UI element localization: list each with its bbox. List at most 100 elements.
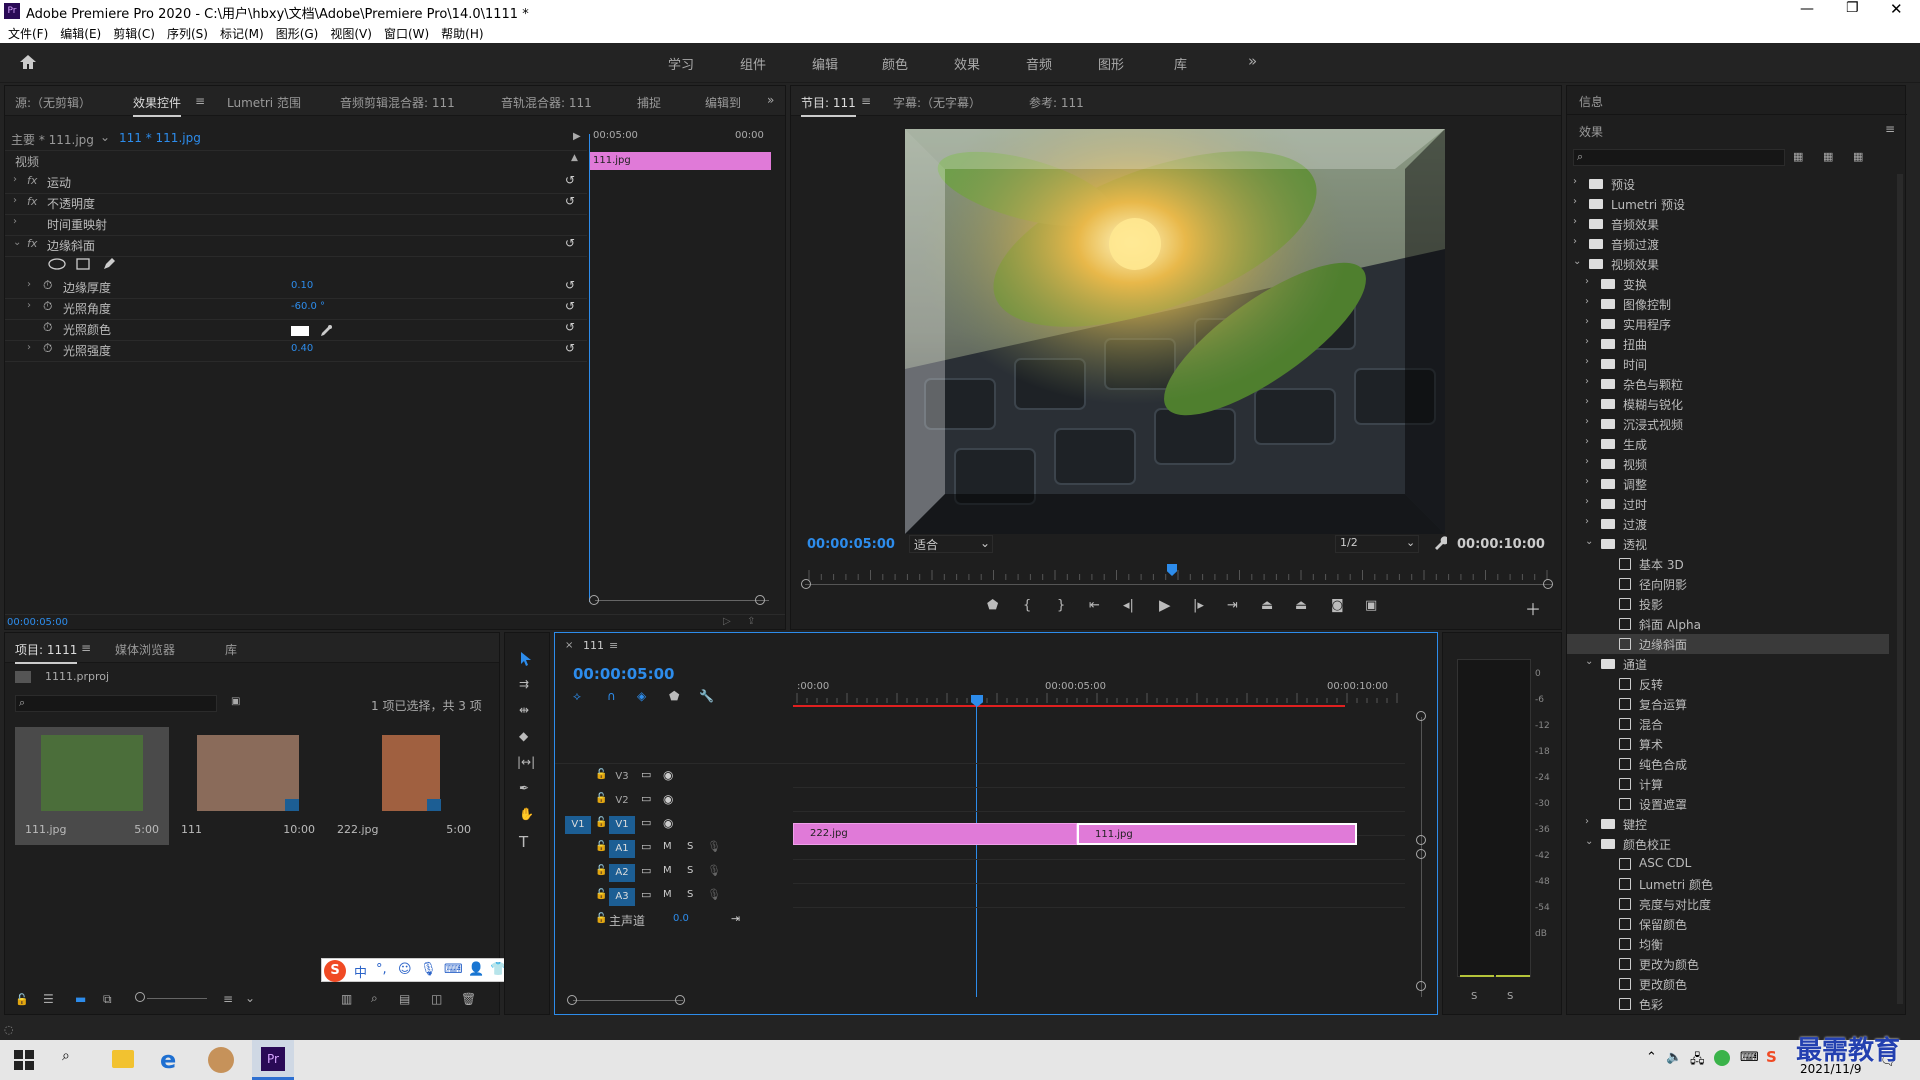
lock-icon[interactable]: 🔓 — [595, 793, 607, 804]
stopwatch-icon[interactable]: ⏱ — [43, 299, 52, 319]
chevron-right-icon[interactable]: › — [1585, 376, 1589, 387]
effects-tree-item[interactable]: 算术 — [1567, 734, 1889, 754]
chevron-down-icon[interactable]: ⌄ — [1585, 536, 1593, 547]
timeline-playhead[interactable] — [976, 705, 977, 997]
chevron-right-icon[interactable]: › — [1585, 816, 1589, 827]
effects-tree-item[interactable]: 亮度与对比度 — [1567, 894, 1889, 914]
program-zoom-left[interactable] — [801, 579, 811, 589]
zoom-handle-left[interactable] — [589, 595, 599, 605]
minimize-icon[interactable]: — — [1800, 1, 1814, 17]
effects-tree-item[interactable]: 混合 — [1567, 714, 1889, 734]
effects-tree-item[interactable]: › 杂色与颗粒 — [1567, 374, 1889, 394]
fit-dropdown[interactable]: 适合 ⌄ — [909, 535, 993, 553]
effects-tree-item[interactable]: 边缘斜面 — [1567, 634, 1889, 654]
reset-icon[interactable]: ↺ — [565, 194, 575, 214]
file-explorer-icon[interactable] — [112, 1050, 134, 1068]
ellipse-mask-icon[interactable] — [47, 257, 67, 271]
effects-tree-item[interactable]: › 过时 — [1567, 494, 1889, 514]
sync-lock-icon[interactable]: ▭ — [641, 864, 651, 877]
mute-button[interactable]: M — [663, 889, 672, 900]
track-label-V1[interactable]: V1 — [609, 816, 635, 834]
workspace-5[interactable]: 音频 — [1026, 54, 1052, 73]
expand-chevron-icon[interactable]: ⌄ — [13, 237, 21, 257]
scroll-up-icon[interactable]: ▲ — [571, 153, 578, 173]
tab-reference[interactable]: 参考: 111 — [1029, 94, 1084, 111]
ripple-edit-tool-icon[interactable]: ⇹ — [519, 703, 529, 717]
tab-effect-controls[interactable]: 效果控件 — [133, 94, 182, 117]
list-view-icon[interactable]: ☰ — [43, 992, 54, 1006]
workspace-6[interactable]: 图形 — [1098, 54, 1124, 73]
effects-menu-icon[interactable]: ≡ — [1885, 122, 1895, 136]
microphone-icon[interactable]: 🎙 — [420, 962, 437, 977]
chevron-right-icon[interactable]: › — [1573, 216, 1577, 227]
eyedropper-icon[interactable] — [319, 324, 333, 338]
microphone-icon[interactable]: 🎙 — [707, 864, 721, 877]
new-bin-icon[interactable]: ▤ — [399, 992, 410, 1006]
tray-chevron-icon[interactable]: ⌃ — [1646, 1050, 1657, 1065]
export-frame-icon[interactable]: ◙ — [1331, 598, 1344, 613]
workspace-1[interactable]: 组件 — [740, 54, 766, 73]
sequence-clip-label[interactable]: 111 * 111.jpg — [119, 131, 201, 151]
hzoom-handle-left[interactable] — [567, 995, 577, 1005]
yuv-effects-icon[interactable]: ▦ — [1853, 150, 1863, 163]
go-to-end-icon[interactable]: ⇥ — [731, 912, 740, 925]
menu-item-7[interactable]: 窗口(W) — [384, 27, 429, 41]
fx-badge[interactable]: fx — [27, 174, 37, 194]
restore-icon[interactable]: ❐ — [1846, 0, 1859, 16]
track-label-A1[interactable]: A1 — [609, 840, 635, 858]
ime-chinese-mode[interactable]: 中 — [354, 962, 367, 981]
effects-tree-item[interactable]: › 变换 — [1567, 274, 1889, 294]
microphone-icon[interactable]: 🎙 — [707, 888, 721, 901]
app-avatar-icon[interactable] — [208, 1047, 234, 1073]
chevron-down-icon[interactable]: ⌄ — [1573, 256, 1581, 267]
ime-tray-icon[interactable]: ⌨ — [1740, 1050, 1759, 1065]
fx-badge[interactable]: fx — [27, 237, 37, 257]
sync-lock-icon[interactable]: ▭ — [641, 840, 651, 853]
reset-icon[interactable]: ↺ — [565, 278, 575, 298]
light-color-swatch[interactable] — [291, 326, 309, 336]
lock-icon[interactable]: 🔓 — [595, 865, 607, 876]
freeform-view-icon[interactable]: ⧉ — [103, 992, 112, 1007]
effects-tree-item[interactable]: › 模糊与锐化 — [1567, 394, 1889, 414]
track-label-V3[interactable]: V3 — [609, 768, 635, 786]
reset-icon[interactable]: ↺ — [565, 236, 575, 256]
type-tool-icon[interactable]: T — [519, 833, 528, 851]
slip-tool-icon[interactable]: |↔| — [517, 755, 535, 769]
export-icon[interactable]: ⇪ — [747, 616, 755, 627]
lift-icon[interactable]: ⏏ — [1261, 598, 1273, 613]
effect-row-3[interactable]: 边缘斜面 — [47, 237, 95, 257]
close-timeline-icon[interactable]: × — [565, 640, 573, 651]
track-label-A2[interactable]: A2 — [609, 864, 635, 882]
param-value-3[interactable]: 0.40 — [291, 343, 313, 363]
selection-tool-icon[interactable] — [519, 651, 533, 667]
chevron-right-icon[interactable]: › — [1585, 516, 1589, 527]
effects-tree-item[interactable]: 反转 — [1567, 674, 1889, 694]
chevron-right-icon[interactable]: › — [1573, 196, 1577, 207]
chevron-right-icon[interactable]: › — [1585, 336, 1589, 347]
wrench-icon[interactable] — [1433, 536, 1447, 550]
tab-audio-clip-mixer[interactable]: 音频剪辑混合器: 111 — [340, 94, 455, 111]
snap-icon[interactable]: ∩ — [607, 689, 616, 703]
effects-tree-item[interactable]: › 键控 — [1567, 814, 1889, 834]
more-workspaces-icon[interactable]: » — [1248, 52, 1257, 70]
effect-playhead[interactable] — [589, 134, 590, 602]
play-clip-icon[interactable]: ▶ — [573, 131, 581, 151]
pen-mask-icon[interactable] — [101, 256, 117, 272]
solo-button[interactable]: S — [687, 889, 693, 900]
effects-tree-item[interactable]: 更改为颜色 — [1567, 954, 1889, 974]
chevron-right-icon[interactable]: › — [1585, 456, 1589, 467]
fx-badge[interactable]: fx — [27, 195, 37, 215]
param-value-0[interactable]: 0.10 — [291, 280, 313, 300]
program-timecode[interactable]: 00:00:05:00 — [807, 537, 895, 552]
chevron-right-icon[interactable]: › — [1585, 476, 1589, 487]
mark-out-icon[interactable]: } — [1057, 598, 1065, 613]
effects-scrollbar[interactable] — [1897, 174, 1903, 1004]
icon-view-icon[interactable]: ▬ — [75, 992, 86, 1006]
tab-info[interactable]: 信息 — [1579, 93, 1603, 110]
effects-tree-item[interactable]: › 调整 — [1567, 474, 1889, 494]
effects-tree-item[interactable]: ASC CDL — [1567, 854, 1889, 874]
chevron-right-icon[interactable]: › — [1585, 296, 1589, 307]
project-item-2[interactable]: 222.jpg 5:00 — [327, 727, 481, 845]
solo-button[interactable]: S — [687, 865, 693, 876]
master-clip-label[interactable]: 主要 * 111.jpg — [11, 131, 94, 151]
